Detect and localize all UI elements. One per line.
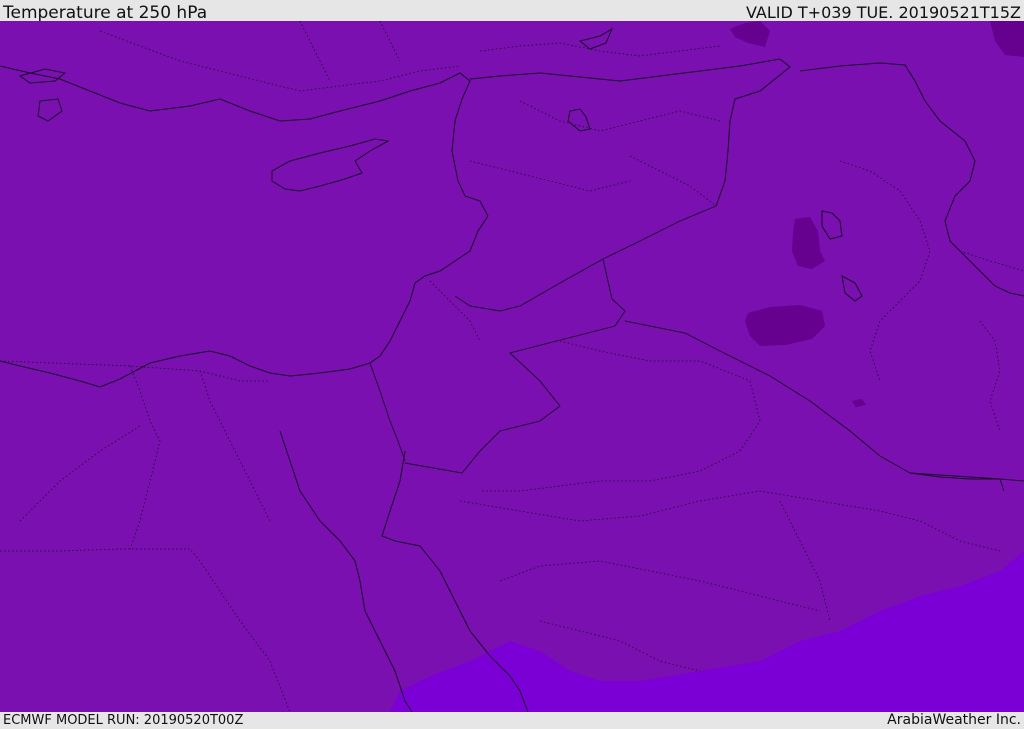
map-title: Temperature at 250 hPa (3, 3, 208, 23)
header-bar: Temperature at 250 hPa VALID T+039 TUE. … (0, 0, 1024, 23)
map-panel[interactable] (0, 21, 1024, 712)
temperature-field (0, 21, 1024, 712)
weather-map (0, 21, 1024, 712)
footer-bar: ECMWF MODEL RUN: 20190520T00Z ArabiaWeat… (0, 712, 1024, 729)
valid-time: VALID T+039 TUE. 20190521T15Z (745, 3, 1021, 22)
model-run-label: ECMWF MODEL RUN: 20190520T00Z (3, 713, 244, 728)
brand-credit: ArabiaWeather Inc. (887, 712, 1021, 728)
